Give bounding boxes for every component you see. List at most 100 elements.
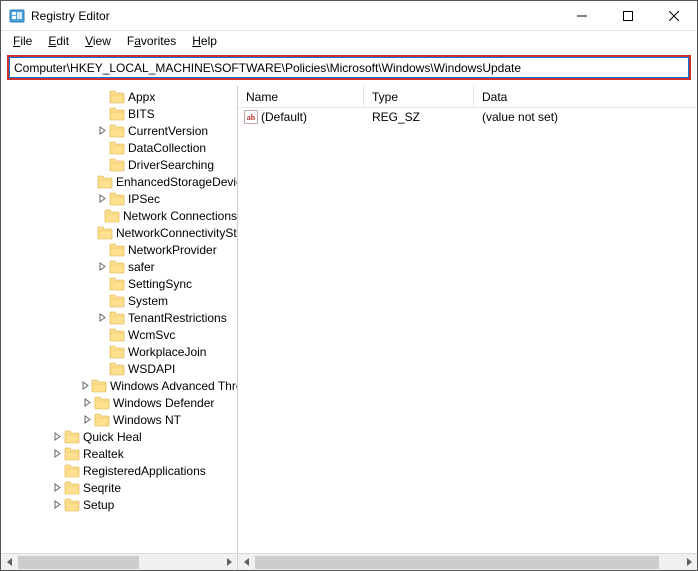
- window-title: Registry Editor: [31, 9, 559, 23]
- value-type: REG_SZ: [364, 110, 474, 124]
- folder-icon: [94, 396, 110, 410]
- tree-item-label: NetworkConnectivityStatusIndicator: [116, 226, 237, 240]
- tree-item[interactable]: Setup: [1, 496, 237, 513]
- tree-item-label: EnhancedStorageDevices: [116, 175, 237, 189]
- tree-item[interactable]: safer: [1, 258, 237, 275]
- tree-item-label: Appx: [128, 90, 155, 104]
- tree-item-label: Setup: [83, 498, 114, 512]
- folder-icon: [109, 311, 125, 325]
- tree-item[interactable]: TenantRestrictions: [1, 309, 237, 326]
- folder-icon: [109, 192, 125, 206]
- scroll-right-icon[interactable]: [220, 554, 237, 571]
- expand-icon[interactable]: [51, 431, 63, 443]
- scroll-track[interactable]: [255, 554, 680, 571]
- tree-item[interactable]: RegisteredApplications: [1, 462, 237, 479]
- tree-body[interactable]: Appx BITS CurrentVersion DataCollection Driv…: [1, 86, 237, 553]
- tree-item[interactable]: WorkplaceJoin: [1, 343, 237, 360]
- tree-item[interactable]: WcmSvc: [1, 326, 237, 343]
- tree-item-label: WcmSvc: [128, 328, 175, 342]
- menubar: File Edit View Favorites Help: [1, 31, 697, 51]
- expand-icon[interactable]: [96, 125, 108, 137]
- tree-item[interactable]: CurrentVersion: [1, 122, 237, 139]
- scroll-left-icon[interactable]: [1, 554, 18, 571]
- tree-item[interactable]: Network Connections: [1, 207, 237, 224]
- expand-icon[interactable]: [81, 414, 93, 426]
- scroll-track[interactable]: [18, 554, 220, 571]
- tree-item-label: Windows Advanced Threat Protection: [110, 379, 237, 393]
- folder-icon: [109, 141, 125, 155]
- folder-icon: [97, 175, 113, 189]
- expand-icon[interactable]: [96, 193, 108, 205]
- close-button[interactable]: [651, 1, 697, 31]
- folder-icon: [109, 345, 125, 359]
- expand-icon[interactable]: [51, 499, 63, 511]
- tree-item[interactable]: WSDAPI: [1, 360, 237, 377]
- tree-item[interactable]: DriverSearching: [1, 156, 237, 173]
- tree-item[interactable]: Windows Defender: [1, 394, 237, 411]
- tree-item[interactable]: EnhancedStorageDevices: [1, 173, 237, 190]
- folder-icon: [109, 294, 125, 308]
- scroll-left-icon[interactable]: [238, 554, 255, 571]
- folder-icon: [64, 498, 80, 512]
- column-name[interactable]: Name: [238, 86, 364, 107]
- tree-item[interactable]: Quick Heal: [1, 428, 237, 445]
- svg-text:ab: ab: [247, 113, 256, 122]
- registry-editor-window: Registry Editor File Edit View Favorites…: [0, 0, 698, 571]
- scroll-thumb[interactable]: [255, 556, 659, 569]
- folder-icon: [109, 243, 125, 257]
- folder-icon: [109, 107, 125, 121]
- tree-item-label: CurrentVersion: [128, 124, 208, 138]
- main-split: Appx BITS CurrentVersion DataCollection Driv…: [1, 86, 697, 570]
- folder-icon: [64, 464, 80, 478]
- expand-icon[interactable]: [96, 261, 108, 273]
- folder-icon: [64, 447, 80, 461]
- tree-item[interactable]: Windows Advanced Threat Protection: [1, 377, 237, 394]
- tree-item-label: WorkplaceJoin: [128, 345, 206, 359]
- expand-icon[interactable]: [51, 448, 63, 460]
- value-hscrollbar[interactable]: [238, 553, 697, 570]
- tree-item[interactable]: DataCollection: [1, 139, 237, 156]
- folder-icon: [91, 379, 107, 393]
- tree-item[interactable]: SettingSync: [1, 275, 237, 292]
- tree-item-label: Windows NT: [113, 413, 181, 427]
- tree-item[interactable]: NetworkConnectivityStatusIndicator: [1, 224, 237, 241]
- menu-help[interactable]: Help: [184, 33, 225, 49]
- folder-icon: [109, 277, 125, 291]
- minimize-button[interactable]: [559, 1, 605, 31]
- tree-item[interactable]: System: [1, 292, 237, 309]
- addressbar-highlight: [7, 55, 691, 80]
- scroll-right-icon[interactable]: [680, 554, 697, 571]
- tree-pane: Appx BITS CurrentVersion DataCollection Driv…: [1, 86, 238, 570]
- expand-icon[interactable]: [81, 380, 90, 392]
- column-data[interactable]: Data: [474, 86, 697, 107]
- tree-item[interactable]: IPSec: [1, 190, 237, 207]
- expand-icon[interactable]: [81, 397, 93, 409]
- tree-item[interactable]: Appx: [1, 88, 237, 105]
- tree-item-label: TenantRestrictions: [128, 311, 227, 325]
- scroll-thumb[interactable]: [18, 556, 139, 569]
- folder-icon: [109, 90, 125, 104]
- address-input[interactable]: [9, 57, 689, 78]
- tree-item[interactable]: Seqrite: [1, 479, 237, 496]
- expand-icon[interactable]: [96, 312, 108, 324]
- tree-item-label: DriverSearching: [128, 158, 214, 172]
- tree-hscrollbar[interactable]: [1, 553, 237, 570]
- menu-view[interactable]: View: [77, 33, 119, 49]
- tree-item-label: Network Connections: [123, 209, 237, 223]
- value-row[interactable]: ab(Default)REG_SZ(value not set): [238, 108, 697, 126]
- value-list[interactable]: ab(Default)REG_SZ(value not set): [238, 108, 697, 553]
- value-data: (value not set): [474, 110, 697, 124]
- tree-item-label: DataCollection: [128, 141, 206, 155]
- menu-edit[interactable]: Edit: [40, 33, 77, 49]
- expand-icon[interactable]: [51, 482, 63, 494]
- tree-item[interactable]: BITS: [1, 105, 237, 122]
- tree-item-label: BITS: [128, 107, 155, 121]
- tree-item[interactable]: NetworkProvider: [1, 241, 237, 258]
- folder-icon: [109, 124, 125, 138]
- column-type[interactable]: Type: [364, 86, 474, 107]
- maximize-button[interactable]: [605, 1, 651, 31]
- tree-item[interactable]: Windows NT: [1, 411, 237, 428]
- tree-item[interactable]: Realtek: [1, 445, 237, 462]
- menu-file[interactable]: File: [5, 33, 40, 49]
- menu-favorites[interactable]: Favorites: [119, 33, 184, 49]
